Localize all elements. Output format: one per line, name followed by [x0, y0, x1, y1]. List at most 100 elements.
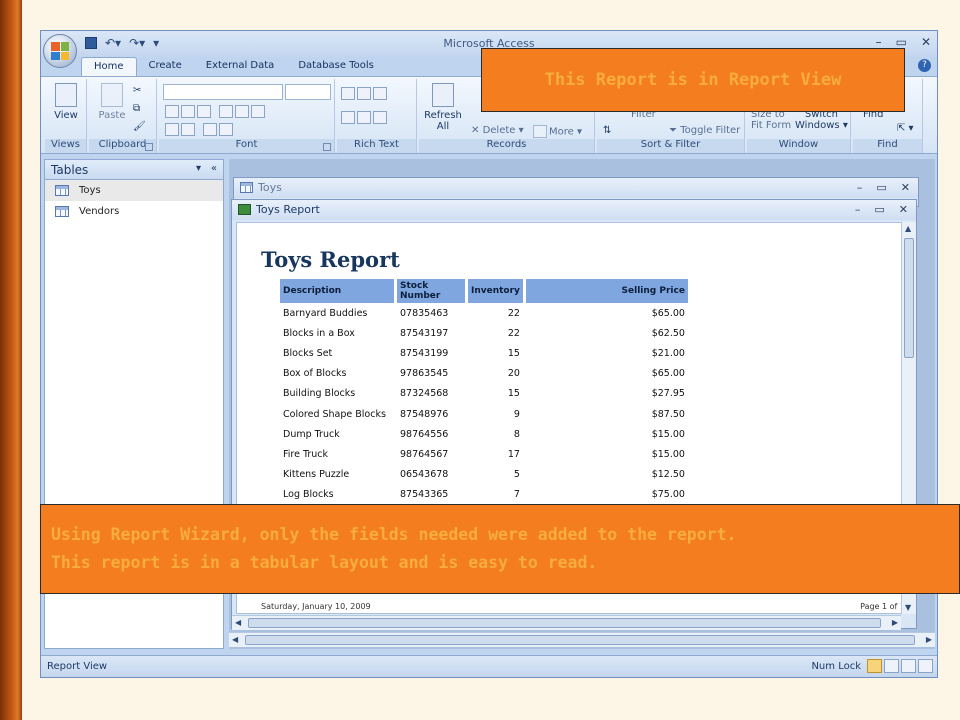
view-switcher	[867, 659, 933, 673]
table-icon	[55, 206, 69, 217]
close-icon[interactable]: ✕	[901, 181, 910, 194]
shutter-bar-icon[interactable]: «	[211, 163, 217, 174]
select-icon[interactable]: ⇱ ▾	[897, 123, 914, 134]
col-description: Description	[280, 279, 394, 303]
status-view-label: Report View	[47, 661, 108, 672]
align-right-icon[interactable]	[251, 105, 266, 118]
delete-button[interactable]: ✕ Delete ▾	[471, 125, 524, 136]
group-rich-text-label: Rich Text	[337, 139, 416, 153]
cell-selling-price: $27.95	[651, 388, 685, 400]
align-center-icon[interactable]	[235, 105, 250, 118]
group-font: Font	[159, 79, 335, 153]
cell-stock-number: 87543199	[400, 347, 449, 359]
scroll-right-icon[interactable]: ▶	[892, 618, 898, 627]
design-view-icon[interactable]	[918, 659, 933, 673]
format-painter-icon[interactable]: 🖌	[133, 121, 146, 132]
size-to-fit-button[interactable]: Size to Fit Form	[751, 109, 791, 131]
group-window-label: Window	[747, 139, 850, 153]
cell-inventory: 22	[507, 327, 520, 339]
size-label-2: Fit Form	[751, 120, 792, 131]
cell-stock-number: 98764556	[400, 428, 449, 440]
scroll-left-icon[interactable]: ◀	[235, 618, 241, 627]
scroll-right-icon[interactable]: ▶	[926, 635, 932, 644]
tab-database-tools[interactable]: Database Tools	[286, 57, 386, 77]
numbering-icon[interactable]	[341, 111, 355, 124]
main-horizontal-scrollbar[interactable]: ◀ ▶	[229, 632, 935, 647]
font-launcher-icon[interactable]	[323, 143, 331, 151]
maximize-icon[interactable]: ▭	[874, 203, 884, 216]
help-icon[interactable]: ?	[918, 59, 931, 72]
align-left-icon[interactable]	[219, 105, 234, 118]
nav-pane-header[interactable]: Tables ▾ «	[45, 160, 223, 180]
cell-stock-number: 07835463	[400, 307, 449, 319]
font-color-icon[interactable]	[165, 123, 179, 136]
toys-window-controls: – ▭ ✕	[857, 181, 910, 194]
scroll-down-icon[interactable]: ▼	[905, 603, 911, 612]
report-horizontal-scrollbar[interactable]: ◀ ▶	[232, 615, 901, 630]
gridlines-icon[interactable]	[203, 123, 218, 136]
refresh-icon	[432, 83, 454, 107]
fill-color-icon[interactable]	[181, 123, 195, 136]
switch-windows-button[interactable]: Switch Windows ▾	[795, 109, 848, 131]
callout-report-view-text: This Report is in Report View	[544, 70, 842, 90]
report-page-number: Page 1 of 1	[860, 602, 905, 611]
minimize-icon[interactable]: –	[855, 203, 861, 216]
table-row: Dump Truck 98764556 8 $15.00	[280, 424, 688, 444]
scroll-thumb[interactable]	[904, 238, 914, 358]
bold-icon[interactable]	[165, 105, 179, 118]
nav-item-toys[interactable]: Toys	[45, 180, 223, 201]
cell-stock-number: 98764567	[400, 448, 449, 460]
report-icon	[238, 204, 251, 215]
view-button[interactable]: View	[51, 83, 81, 121]
copy-icon[interactable]: ⧉	[133, 103, 140, 114]
office-logo-icon	[51, 42, 69, 60]
toys-window-title: Toys	[258, 181, 282, 194]
font-name-combo[interactable]	[163, 84, 283, 100]
restore-icon[interactable]: ▭	[876, 181, 886, 194]
close-icon[interactable]: ✕	[921, 35, 931, 49]
tab-create[interactable]: Create	[137, 57, 194, 77]
filter-icon: ⏷	[669, 125, 677, 136]
tab-home[interactable]: Home	[81, 57, 137, 77]
cell-selling-price: $75.00	[651, 489, 685, 501]
underline-icon[interactable]	[197, 105, 211, 118]
scroll-thumb[interactable]	[245, 635, 915, 645]
paste-button[interactable]: Paste	[95, 83, 129, 121]
minimize-icon[interactable]: –	[876, 35, 882, 49]
scroll-thumb[interactable]	[248, 618, 881, 628]
alternate-fill-icon[interactable]	[219, 123, 234, 136]
print-preview-icon[interactable]	[884, 659, 899, 673]
restore-icon[interactable]: ▭	[896, 35, 907, 49]
bullets-icon[interactable]	[357, 111, 371, 124]
group-rich-text: Rich Text	[337, 79, 417, 153]
font-size-combo[interactable]	[285, 84, 331, 100]
paragraph-icon[interactable]	[373, 87, 387, 100]
close-icon[interactable]: ✕	[899, 203, 908, 216]
nav-dropdown-icon[interactable]: ▾	[196, 163, 201, 174]
increase-indent-icon[interactable]	[357, 87, 371, 100]
nav-item-label: Toys	[79, 185, 101, 196]
clear-sort-icon[interactable]: ⇅	[603, 125, 611, 136]
scroll-left-icon[interactable]: ◀	[232, 635, 238, 644]
highlight-icon[interactable]	[373, 111, 387, 124]
scroll-up-icon[interactable]: ▲	[905, 224, 911, 233]
group-find-label: Find	[853, 139, 922, 153]
report-window-title: Toys Report	[256, 203, 320, 216]
decrease-indent-icon[interactable]	[341, 87, 355, 100]
minimize-icon[interactable]: –	[857, 181, 863, 194]
more-button[interactable]: More ▾	[533, 125, 582, 138]
italic-icon[interactable]	[181, 105, 195, 118]
toggle-filter-button[interactable]: ⏷ Toggle Filter	[669, 125, 740, 136]
cut-icon[interactable]: ✂	[133, 85, 141, 96]
office-button[interactable]	[43, 34, 77, 68]
cell-inventory: 15	[507, 347, 520, 359]
report-header-row: Description Stock Number Inventory Selli…	[280, 279, 688, 303]
clipboard-launcher-icon[interactable]	[145, 143, 153, 151]
nav-item-vendors[interactable]: Vendors	[45, 201, 223, 222]
tab-external-data[interactable]: External Data	[194, 57, 287, 77]
layout-view-icon[interactable]	[901, 659, 916, 673]
table-row: Blocks in a Box 87543197 22 $62.50	[280, 323, 688, 343]
report-view-icon[interactable]	[867, 659, 882, 673]
refresh-all-button[interactable]: Refresh All	[423, 83, 463, 132]
cell-stock-number: 87324568	[400, 388, 449, 400]
